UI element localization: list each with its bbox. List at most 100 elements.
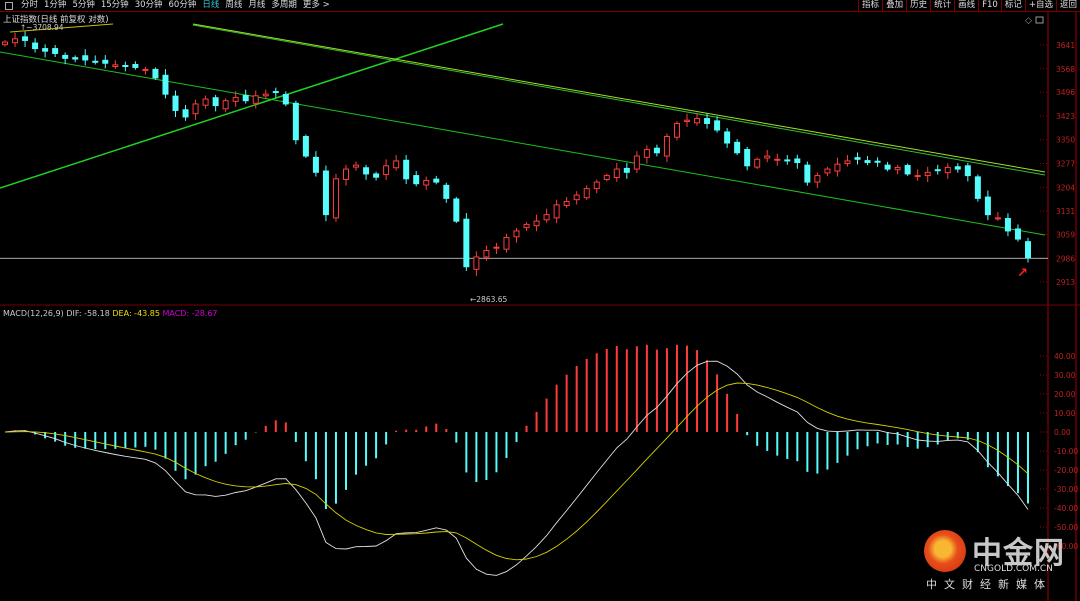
candle-up xyxy=(503,236,510,250)
candle-up xyxy=(924,171,931,177)
candle-down xyxy=(974,176,981,199)
candle-up xyxy=(814,175,821,183)
candle-down xyxy=(874,160,881,163)
candle-down xyxy=(784,159,791,162)
candle-down xyxy=(102,59,109,64)
candle-down xyxy=(934,169,941,172)
candle-down xyxy=(322,170,329,216)
price-chart[interactable]: ◇ 3641 3568 3496 3423 3350 3277 3204 3131 3059 298… xyxy=(0,0,1080,601)
candle-up xyxy=(332,178,339,219)
candle-up xyxy=(343,168,349,180)
candle-up xyxy=(353,164,360,168)
price-tick-label: 3423 xyxy=(1056,112,1075,121)
candle-down xyxy=(92,60,99,63)
candle-down xyxy=(72,57,79,60)
candle-up xyxy=(232,96,239,102)
candle-down xyxy=(984,196,991,216)
macd-tick-label: 20.00 xyxy=(1054,390,1076,399)
trend-line xyxy=(0,51,1046,236)
candle-down xyxy=(954,166,961,170)
candle-down xyxy=(132,64,139,68)
candle-up xyxy=(12,38,19,44)
price-tick-label: 3204 xyxy=(1056,183,1075,192)
candle-down xyxy=(302,135,309,157)
candle-down xyxy=(363,167,370,175)
candle-down xyxy=(272,91,279,94)
high-annotation: ↑~3708.94 xyxy=(20,23,64,32)
candle-up xyxy=(774,158,781,161)
candle-down xyxy=(714,120,721,131)
candle-up xyxy=(834,163,841,172)
candle-down xyxy=(52,48,59,54)
candle-down xyxy=(42,48,49,52)
candle-up xyxy=(643,149,650,158)
candle-down xyxy=(32,42,39,50)
candle-up xyxy=(493,246,500,249)
candle-up xyxy=(543,214,550,221)
candle-up xyxy=(754,158,761,168)
candle-down xyxy=(152,68,159,79)
candle-up xyxy=(513,230,520,238)
candle-down xyxy=(413,175,420,185)
candle-down xyxy=(884,164,891,170)
watermark-url: CNGOLD.COM.CN xyxy=(974,564,1053,574)
candle-up xyxy=(944,166,951,174)
candle-down xyxy=(312,156,319,173)
candle-down xyxy=(122,65,129,68)
trend-line xyxy=(0,23,504,189)
candle-down xyxy=(794,158,801,164)
price-tick-label: 3350 xyxy=(1056,136,1075,145)
candle-down xyxy=(172,95,179,111)
candle-down xyxy=(1025,241,1031,259)
candle-down xyxy=(292,102,299,141)
price-tick-label: 3131 xyxy=(1056,207,1075,216)
diamond-icon: ◇ xyxy=(1025,16,1032,26)
candle-down xyxy=(82,55,89,61)
candle-up xyxy=(393,160,400,169)
candle-up xyxy=(603,175,610,180)
candle-down xyxy=(212,97,219,107)
candle-down xyxy=(373,173,380,178)
candle-down xyxy=(744,149,751,167)
candle-down xyxy=(734,141,741,154)
macd-tick-label: -20.00 xyxy=(1054,466,1078,475)
candle-down xyxy=(854,157,861,160)
candle-down xyxy=(242,94,249,102)
candle-up xyxy=(262,93,269,97)
low-annotation: ←2863.65 xyxy=(470,295,508,304)
candle-up xyxy=(914,175,921,178)
candle-up xyxy=(673,122,680,138)
candle-up xyxy=(383,165,390,176)
candle-up xyxy=(142,68,149,71)
macd-tick-label: -30.00 xyxy=(1054,485,1078,494)
candle-down xyxy=(403,159,410,180)
candle-down xyxy=(463,218,470,268)
macd-tick-label: -10.00 xyxy=(1054,447,1078,456)
candle-up xyxy=(483,249,490,258)
price-tick-label: 3496 xyxy=(1056,88,1075,97)
candle-down xyxy=(1004,218,1011,232)
price-tick-label: 3277 xyxy=(1056,160,1075,169)
candle-up xyxy=(252,95,259,104)
candle-down xyxy=(62,54,69,59)
macd-tick-label: 10.00 xyxy=(1054,409,1076,418)
candle-up xyxy=(694,118,701,124)
candle-down xyxy=(433,178,440,183)
candle-down xyxy=(864,160,871,164)
dea-line xyxy=(4,382,1029,561)
candle-up xyxy=(533,220,540,227)
candle-down xyxy=(453,198,460,222)
trend-line xyxy=(192,24,1046,176)
candle-up xyxy=(473,256,480,270)
candle-up xyxy=(583,188,590,199)
candle-up xyxy=(663,135,670,157)
candle-down xyxy=(22,36,29,41)
watermark-tagline: 中文财经新媒体 xyxy=(926,578,1052,591)
candle-up xyxy=(192,103,199,115)
candle-up xyxy=(613,168,620,179)
candle-down xyxy=(623,167,630,173)
candle-up xyxy=(2,41,8,46)
candle-down xyxy=(182,109,189,118)
cngold-logo-icon xyxy=(924,530,966,572)
candle-down xyxy=(282,93,289,105)
